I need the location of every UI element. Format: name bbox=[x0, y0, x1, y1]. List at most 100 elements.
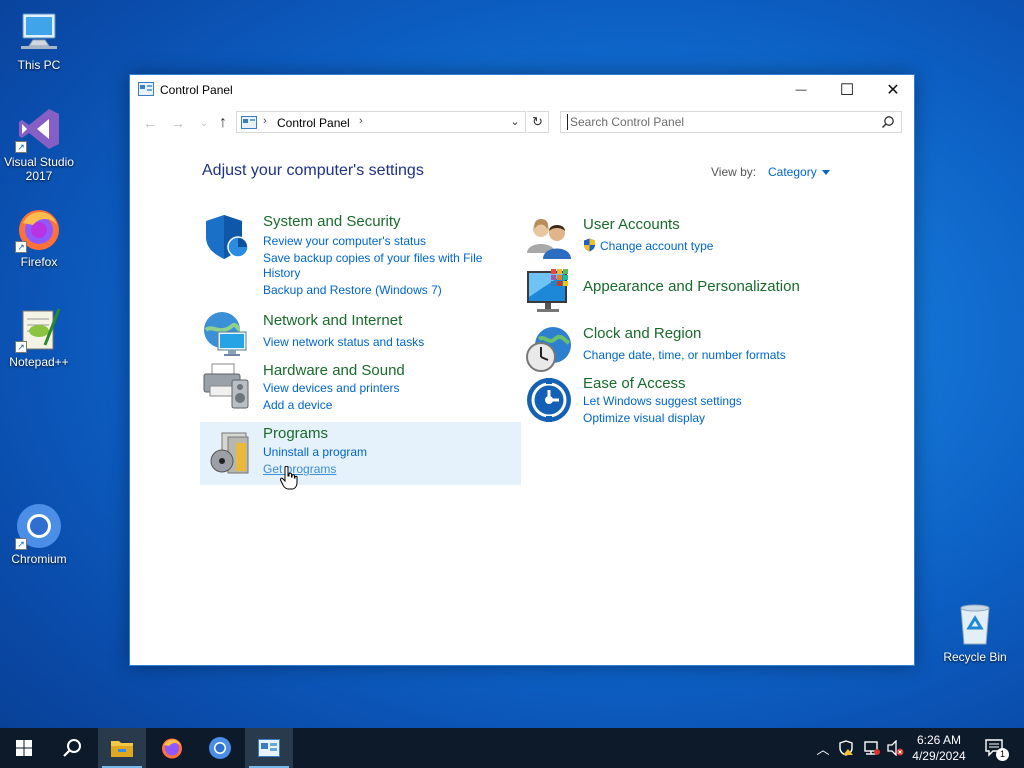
desktop-icon-firefox[interactable]: ↗ Firefox bbox=[1, 205, 77, 269]
tray-volume-icon[interactable] bbox=[885, 738, 905, 758]
search-box[interactable] bbox=[560, 111, 902, 133]
shortcut-arrow-icon: ↗ bbox=[15, 141, 27, 153]
category-link[interactable]: Save backup copies of your files with Fi… bbox=[263, 251, 498, 281]
chevron-up-icon: ︿ bbox=[816, 741, 830, 757]
category-programs[interactable]: Programs Uninstall a program Get program… bbox=[200, 422, 521, 485]
category-title[interactable]: User Accounts bbox=[583, 216, 680, 233]
maximize-button[interactable]: ☐ bbox=[824, 75, 870, 105]
control-panel-icon bbox=[258, 739, 280, 757]
taskbar-firefox[interactable] bbox=[148, 728, 196, 768]
category-title[interactable]: System and Security bbox=[263, 213, 401, 230]
taskbar-control-panel[interactable] bbox=[245, 728, 293, 768]
address-bar[interactable]: › Control Panel › ⌄ bbox=[236, 111, 526, 133]
search-input[interactable] bbox=[567, 114, 867, 130]
category-title[interactable]: Ease of Access bbox=[583, 375, 686, 392]
taskbar-chromium[interactable] bbox=[196, 728, 244, 768]
chevron-down-icon[interactable] bbox=[822, 170, 830, 175]
minimize-button[interactable]: — bbox=[778, 75, 824, 105]
desktop-icon-label: Chromium bbox=[11, 552, 67, 566]
category-link[interactable]: Uninstall a program bbox=[263, 445, 367, 460]
page-heading: Adjust your computer's settings bbox=[202, 162, 424, 179]
category-link[interactable]: Backup and Restore (Windows 7) bbox=[263, 283, 503, 298]
users-icon bbox=[527, 219, 571, 259]
close-icon: ✕ bbox=[886, 82, 900, 99]
desktop-icon-this-pc[interactable]: This PC bbox=[1, 8, 77, 72]
tray-security-icon[interactable] bbox=[836, 738, 856, 758]
search-icon bbox=[63, 739, 81, 757]
desktop-icon-label: Visual Studio 2017 bbox=[4, 155, 74, 183]
breadcrumb-separator[interactable]: › bbox=[263, 115, 267, 127]
shield-icon bbox=[206, 215, 249, 259]
shortcut-arrow-icon: ↗ bbox=[15, 538, 27, 550]
category-link[interactable]: Get programs bbox=[263, 462, 336, 477]
forward-button[interactable]: → bbox=[168, 113, 188, 133]
up-button[interactable]: ↑ bbox=[213, 113, 233, 133]
clock-date: 4/29/2024 bbox=[912, 749, 966, 763]
category-link[interactable]: Let Windows suggest settings bbox=[583, 394, 742, 409]
refresh-button[interactable]: ↻ bbox=[527, 111, 549, 133]
breadcrumb-control-panel[interactable]: Control Panel bbox=[277, 116, 350, 130]
category-appearance-and-personalization: Appearance and Personalization bbox=[525, 265, 865, 315]
category-link[interactable]: View devices and printers bbox=[263, 381, 400, 396]
category-hardware-and-sound: Hardware and Sound View devices and prin… bbox=[200, 360, 520, 415]
taskbar-clock[interactable]: 6:26 AM 4/29/2024 bbox=[906, 732, 972, 764]
back-button[interactable]: ← bbox=[140, 113, 160, 133]
category-link[interactable]: Add a device bbox=[263, 398, 332, 413]
minimize-icon: — bbox=[795, 84, 807, 96]
category-link[interactable]: Optimize visual display bbox=[583, 411, 705, 426]
category-title[interactable]: Appearance and Personalization bbox=[583, 278, 800, 295]
category-network-and-internet: Network and Internet View network status… bbox=[200, 310, 520, 356]
control-panel-window: Control Panel — ☐ ✕ ← → ⌄ ↑ › Control Pa… bbox=[129, 74, 915, 666]
category-link[interactable]: Change date, time, or number formats bbox=[583, 348, 786, 363]
maximize-icon: ☐ bbox=[839, 82, 855, 99]
volume-muted-icon bbox=[887, 740, 904, 756]
show-hidden-icons-button[interactable]: ︿ bbox=[813, 738, 833, 758]
address-dropdown-button[interactable]: ⌄ bbox=[507, 114, 523, 130]
desktop-icon-notepadpp[interactable]: ↗ Notepad++ bbox=[1, 305, 77, 369]
view-by-dropdown[interactable]: Category bbox=[768, 165, 817, 179]
notification-count-badge: 1 bbox=[996, 748, 1009, 761]
desktop-icon-label: Recycle Bin bbox=[943, 650, 1007, 664]
clock-time: 6:26 AM bbox=[916, 733, 962, 747]
tray-network-icon[interactable] bbox=[861, 738, 881, 758]
view-by-label: View by: bbox=[711, 165, 757, 179]
chromium-icon bbox=[209, 737, 231, 759]
category-title[interactable]: Clock and Region bbox=[583, 325, 701, 342]
recent-locations-button[interactable]: ⌄ bbox=[194, 113, 214, 133]
category-clock-and-region: Clock and Region Change date, time, or n… bbox=[525, 323, 845, 373]
category-link[interactable]: Change account type bbox=[600, 239, 713, 254]
control-panel-icon bbox=[138, 82, 154, 96]
category-system-and-security: System and Security Review your computer… bbox=[200, 210, 520, 300]
desktop-icon-label: Firefox bbox=[20, 255, 58, 269]
refresh-icon: ↻ bbox=[532, 114, 543, 129]
desktop-icon-recycle-bin[interactable]: Recycle Bin bbox=[937, 600, 1013, 664]
visual-studio-icon: ↗ bbox=[15, 105, 63, 153]
control-panel-small-icon bbox=[241, 116, 257, 129]
clock-globe-icon bbox=[526, 327, 571, 372]
windows-logo-icon bbox=[16, 740, 32, 756]
category-title[interactable]: Network and Internet bbox=[263, 312, 402, 329]
desktop-icon-chromium[interactable]: ↗ Chromium bbox=[1, 502, 77, 566]
search-icon[interactable] bbox=[881, 115, 895, 129]
hand-cursor-icon bbox=[280, 466, 298, 490]
search-button[interactable] bbox=[48, 728, 96, 768]
category-link[interactable]: View network status and tasks bbox=[263, 335, 424, 350]
taskbar-file-explorer[interactable] bbox=[98, 728, 146, 768]
category-ease-of-access: Ease of Access Let Windows suggest setti… bbox=[525, 373, 845, 428]
category-link[interactable]: Review your computer's status bbox=[263, 234, 503, 249]
category-user-accounts: User Accounts Change account type bbox=[525, 210, 845, 260]
close-button[interactable]: ✕ bbox=[870, 75, 916, 105]
firefox-icon: ↗ bbox=[15, 205, 63, 253]
network-disconnected-icon bbox=[864, 741, 880, 755]
shield-warning-icon bbox=[839, 740, 853, 756]
start-button[interactable] bbox=[0, 728, 48, 768]
category-title[interactable]: Programs bbox=[263, 425, 328, 442]
category-title[interactable]: Hardware and Sound bbox=[263, 362, 405, 379]
firefox-icon bbox=[162, 738, 182, 759]
breadcrumb-separator[interactable]: › bbox=[359, 115, 363, 127]
window-title: Control Panel bbox=[160, 83, 233, 97]
shortcut-arrow-icon: ↗ bbox=[15, 341, 27, 353]
title-bar[interactable]: Control Panel — ☐ ✕ bbox=[130, 75, 914, 105]
action-center-button[interactable]: 1 bbox=[983, 738, 1009, 761]
desktop-icon-visual-studio[interactable]: ↗ Visual Studio 2017 bbox=[1, 105, 77, 183]
